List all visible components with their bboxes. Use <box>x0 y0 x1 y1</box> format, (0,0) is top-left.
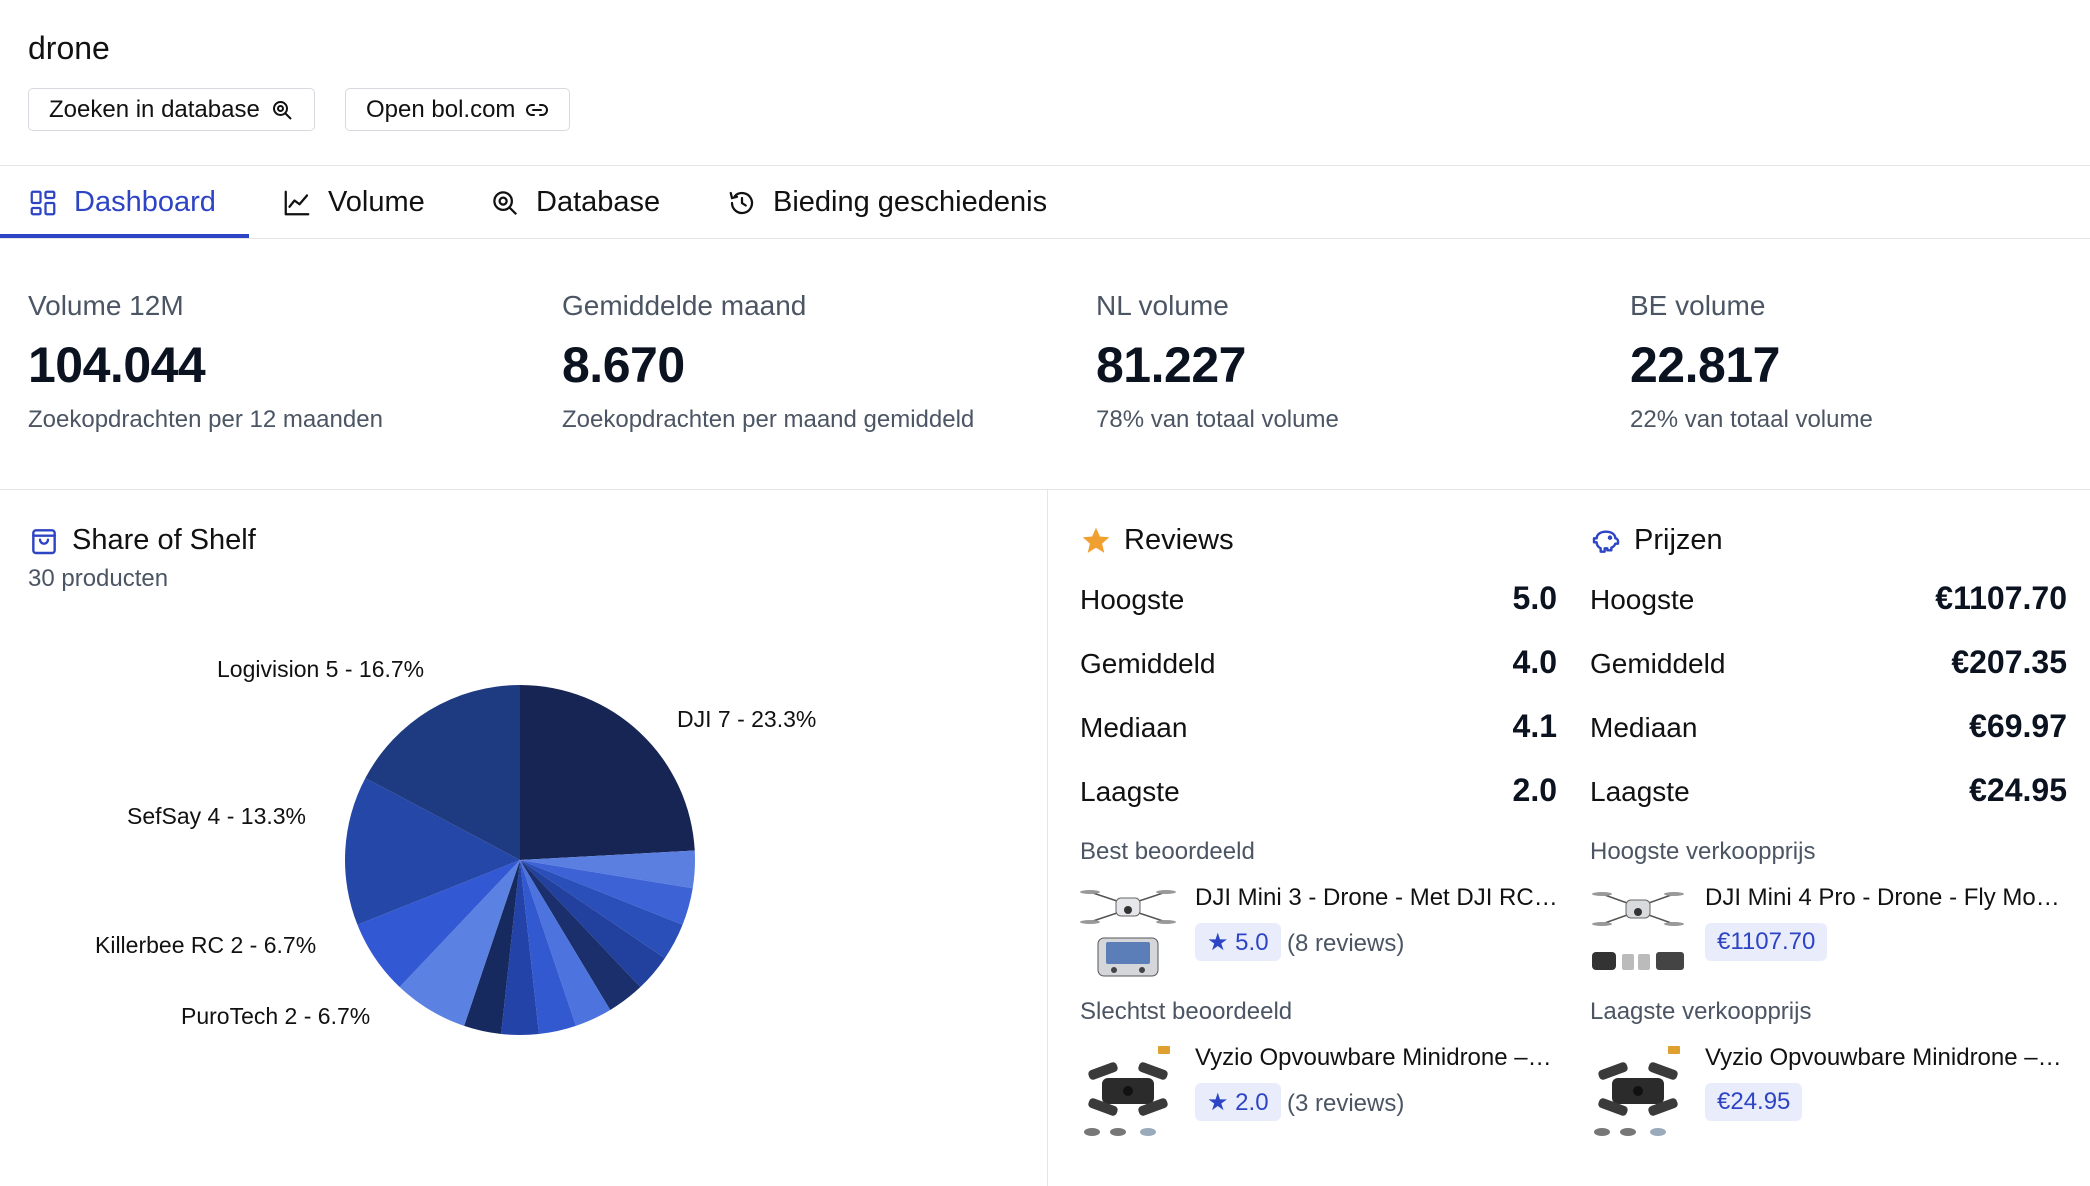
stat-label: BE volume <box>1630 290 1766 321</box>
tab-bid-history[interactable]: Bieding geschiedenis <box>727 166 1047 239</box>
tabs-divider <box>0 238 2090 239</box>
shopping-bag-icon <box>32 528 56 554</box>
stat-subtext: Zoekopdrachten per maand gemiddeld <box>562 406 975 433</box>
stat-value: 104.044 <box>28 337 206 393</box>
page-title: drone <box>28 30 110 66</box>
prices-title: Prijzen <box>1634 524 1723 556</box>
pie-slice-dji[interactable] <box>520 685 695 860</box>
search-icon <box>272 100 292 120</box>
lowest-price-product-title[interactable]: Vyzio Opvouwbare Minidrone –… <box>1705 1044 2070 1072</box>
panel-divider <box>1047 490 1048 1186</box>
stat-be-volume: BE volume 22.817 22% van totaal volume <box>1630 290 1873 434</box>
stat-value: 8.670 <box>562 337 685 393</box>
stat-label: Volume 12M <box>28 290 184 321</box>
tab-dashboard[interactable]: Dashboard <box>28 166 216 239</box>
pie-label-purotech: PuroTech 2 - 6.7% <box>181 1003 371 1029</box>
stat-avg-month: Gemiddelde maand 8.670 Zoekopdrachten pe… <box>562 290 974 434</box>
worst-rated-caption: Slechtst beoordeeld <box>1080 998 1293 1025</box>
stat-subtext: 78% van totaal volume <box>1096 406 1339 433</box>
row-value: €69.97 <box>1969 708 2067 744</box>
reviews-header: Reviews <box>1080 524 1234 557</box>
row-value: €207.35 <box>1951 644 2067 680</box>
stats-divider <box>0 489 2090 490</box>
lowest-price-badge: €24.95 <box>1705 1083 1803 1121</box>
row-value: 4.1 <box>1512 708 1557 744</box>
tab-label: Bieding geschiedenis <box>773 186 1048 218</box>
highest-price-badge: €1107.70 <box>1705 923 1828 961</box>
stat-value: 81.227 <box>1096 337 1246 393</box>
history-icon <box>729 191 754 214</box>
share-of-shelf-chart: DJI 7 - 23.3% Logivision 5 - 16.7% SefSa… <box>0 600 1040 1160</box>
row-label: Laagste <box>1590 776 1690 807</box>
row-label: Gemiddeld <box>1590 648 1726 679</box>
stat-label: NL volume <box>1096 290 1229 321</box>
row-label: Hoogste <box>1590 584 1695 615</box>
tab-label: Dashboard <box>74 186 216 218</box>
worst-rated-review-count: (3 reviews) <box>1287 1090 1405 1117</box>
link-icon <box>526 103 549 116</box>
tab-bar: Dashboard Volume Database Bieding geschi… <box>0 166 2090 239</box>
tab-database[interactable]: Database <box>490 166 660 239</box>
row-value: 4.0 <box>1512 644 1557 680</box>
pie-label-logivision: Logivision 5 - 16.7% <box>217 656 425 682</box>
row-value: €1107.70 <box>1935 580 2067 616</box>
dashboard-icon <box>30 190 56 215</box>
product-image-vyzio-minidrone-2[interactable] <box>1588 1040 1688 1140</box>
piggy-bank-icon <box>1592 529 1620 553</box>
row-label: Laagste <box>1080 776 1180 807</box>
stat-subtext: 22% van totaal volume <box>1630 406 1873 433</box>
tab-label: Database <box>536 186 661 218</box>
stat-value: 22.817 <box>1630 337 1780 393</box>
stat-nl-volume: NL volume 81.227 78% van totaal volume <box>1096 290 1339 434</box>
tab-volume[interactable]: Volume <box>282 166 425 239</box>
stat-label: Gemiddelde maand <box>562 290 807 321</box>
product-image-dji-mini-4-pro[interactable] <box>1588 880 1688 980</box>
reviews-title: Reviews <box>1124 524 1234 556</box>
star-icon <box>1082 527 1110 553</box>
best-rated-rating-badge: ★ 5.0 <box>1195 923 1281 961</box>
prices-row-average: Gemiddeld €207.35 <box>1590 644 2067 681</box>
reviews-row-highest: Hoogste 5.0 <box>1080 580 1557 617</box>
pie-label-killerbee: Killerbee RC 2 - 6.7% <box>95 932 317 958</box>
search-database-label: Zoeken in database <box>49 95 260 123</box>
line-chart-icon <box>284 190 310 215</box>
prices-row-highest: Hoogste €1107.70 <box>1590 580 2067 617</box>
row-value: 2.0 <box>1512 772 1557 808</box>
lowest-price-caption: Laagste verkoopprijs <box>1590 998 1812 1025</box>
stat-volume-12m: Volume 12M 104.044 Zoekopdrachten per 12… <box>28 290 383 434</box>
prices-row-median: Mediaan €69.97 <box>1590 708 2067 745</box>
share-of-shelf-title: Share of Shelf <box>72 524 256 556</box>
search-database-icon <box>493 190 518 215</box>
pie-chart <box>345 685 695 1035</box>
row-label: Gemiddeld <box>1080 648 1216 679</box>
share-of-shelf-count: 30 producten <box>28 565 169 592</box>
row-label: Mediaan <box>1080 712 1188 743</box>
best-rated-product-title[interactable]: DJI Mini 3 - Drone - Met DJI RC… <box>1195 884 1560 912</box>
row-label: Hoogste <box>1080 584 1185 615</box>
row-label: Mediaan <box>1590 712 1698 743</box>
tab-label: Volume <box>328 186 425 218</box>
best-rated-review-count: (8 reviews) <box>1287 930 1405 957</box>
highest-price-product-title[interactable]: DJI Mini 4 Pro - Drone - Fly Mo… <box>1705 884 2070 912</box>
open-bol-label: Open bol.com <box>366 95 516 123</box>
reviews-row-median: Mediaan 4.1 <box>1080 708 1557 745</box>
pie-label-sefsay: SefSay 4 - 13.3% <box>127 803 306 829</box>
prices-header: Prijzen <box>1590 524 1723 557</box>
search-database-button[interactable]: Zoeken in database <box>28 88 315 131</box>
reviews-row-lowest: Laagste 2.0 <box>1080 772 1557 809</box>
pie-label-dji: DJI 7 - 23.3% <box>677 706 817 732</box>
product-image-dji-mini-3[interactable] <box>1078 880 1178 980</box>
reviews-row-average: Gemiddeld 4.0 <box>1080 644 1557 681</box>
highest-price-caption: Hoogste verkoopprijs <box>1590 838 1816 865</box>
stat-subtext: Zoekopdrachten per 12 maanden <box>28 406 383 433</box>
open-bol-button[interactable]: Open bol.com <box>345 88 571 131</box>
best-rated-caption: Best beoordeeld <box>1080 838 1255 865</box>
row-value: €24.95 <box>1969 772 2067 808</box>
worst-rated-product-title[interactable]: Vyzio Opvouwbare Minidrone –… <box>1195 1044 1560 1072</box>
product-image-vyzio-minidrone[interactable] <box>1078 1040 1178 1140</box>
worst-rated-rating-badge: ★ 2.0 <box>1195 1083 1281 1121</box>
share-of-shelf-header: Share of Shelf <box>28 524 256 557</box>
row-value: 5.0 <box>1512 580 1557 616</box>
prices-row-lowest: Laagste €24.95 <box>1590 772 2067 809</box>
